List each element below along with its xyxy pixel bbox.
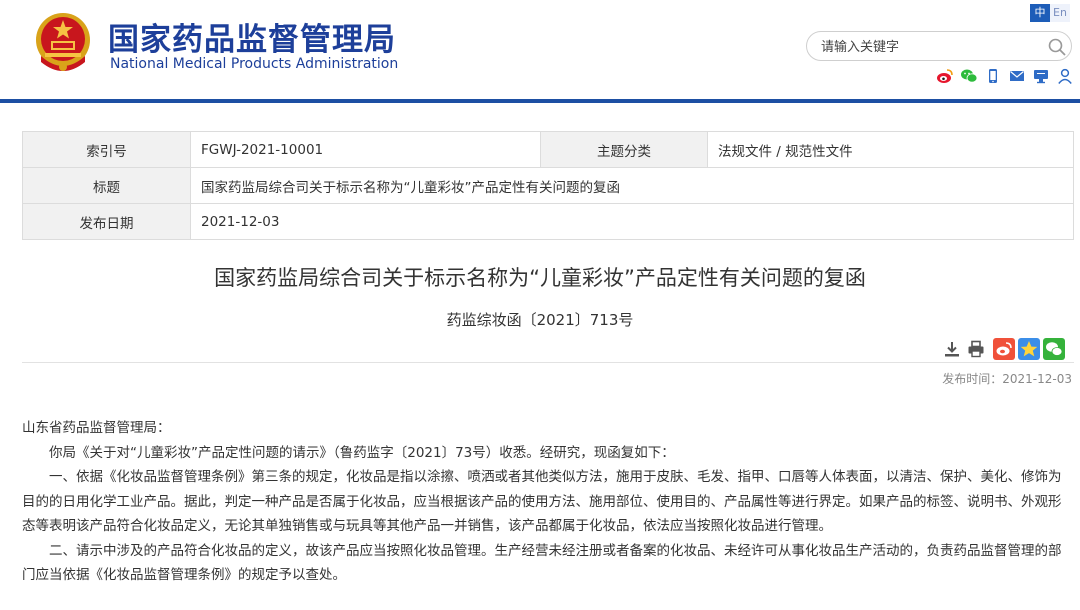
search-input[interactable] bbox=[821, 37, 1031, 57]
title-value: 国家药监局综合司关于标示名称为“儿童彩妆”产品定性有关问题的复函 bbox=[190, 167, 1074, 204]
paragraph: 一、依据《化妆品监督管理条例》第三条的规定，化妆品是指以涂擦、喷洒或者其他类似方… bbox=[22, 469, 1062, 534]
document-body: 山东省药品监督管理局： 你局《关于对“儿童彩妆”产品定性问题的请示》（鲁药监字〔… bbox=[22, 416, 1074, 588]
email-icon[interactable] bbox=[1008, 67, 1026, 85]
index-label: 索引号 bbox=[22, 131, 191, 168]
topic-label: 主题分类 bbox=[540, 131, 708, 168]
site-header: 国家药品监督管理局 National Medical Products Admi… bbox=[0, 0, 1080, 100]
print-icon[interactable] bbox=[966, 339, 986, 359]
search-icon[interactable] bbox=[1047, 37, 1067, 57]
document-number: 药监综妆函〔2021〕713号 bbox=[446, 311, 634, 329]
topic-value: 法规文件 / 规范性文件 bbox=[707, 131, 1074, 168]
user-icon[interactable] bbox=[1056, 67, 1074, 85]
header-divider bbox=[0, 99, 1080, 103]
publish-time: 发布时间：2021-12-03 bbox=[942, 372, 1072, 386]
download-icon[interactable] bbox=[942, 339, 962, 359]
lang-english-button[interactable]: En bbox=[1050, 4, 1070, 22]
mobile-icon[interactable] bbox=[984, 67, 1002, 85]
salutation: 山东省药品监督管理局： bbox=[22, 420, 171, 436]
index-value: FGWJ-2021-10001 bbox=[190, 131, 541, 168]
title-label: 标题 bbox=[22, 167, 191, 204]
header-link-bar bbox=[936, 67, 1074, 85]
feedback-icon[interactable] bbox=[1032, 67, 1050, 85]
paragraph: 二、请示中涉及的产品符合化妆品的定义，故该产品应当按照化妆品管理。生产经营未经注… bbox=[22, 542, 1062, 584]
search-box bbox=[806, 31, 1072, 61]
national-emblem-icon[interactable] bbox=[33, 10, 93, 74]
date-value: 2021-12-03 bbox=[190, 203, 1074, 240]
document-meta-table: 索引号 FGWJ-2021-10001 主题分类 法规文件 / 规范性文件 标题… bbox=[22, 131, 1074, 240]
table-row: 索引号 FGWJ-2021-10001 主题分类 法规文件 / 规范性文件 bbox=[22, 131, 1074, 168]
date-label: 发布日期 bbox=[22, 203, 191, 240]
paragraph: 你局《关于对“儿童彩妆”产品定性问题的请示》（鲁药监字〔2021〕73号）收悉。… bbox=[49, 444, 675, 461]
share-qzone-icon[interactable] bbox=[1018, 338, 1040, 360]
share-weibo-icon[interactable] bbox=[993, 338, 1015, 360]
table-row: 发布日期 2021-12-03 bbox=[22, 203, 1074, 240]
document-toolbar bbox=[942, 338, 1065, 360]
title-divider bbox=[22, 362, 1074, 363]
lang-chinese-button[interactable]: 中 bbox=[1030, 4, 1050, 22]
table-row: 标题 国家药监局综合司关于标示名称为“儿童彩妆”产品定性有关问题的复函 bbox=[22, 167, 1074, 204]
site-subtitle[interactable]: National Medical Products Administration bbox=[110, 56, 398, 72]
wechat-icon[interactable] bbox=[960, 67, 978, 85]
share-wechat-icon[interactable] bbox=[1043, 338, 1065, 360]
document-title: 国家药监局综合司关于标示名称为“儿童彩妆”产品定性有关问题的复函 bbox=[214, 266, 866, 290]
weibo-icon[interactable] bbox=[936, 67, 954, 85]
site-title[interactable]: 国家药品监督管理局 bbox=[108, 14, 396, 59]
